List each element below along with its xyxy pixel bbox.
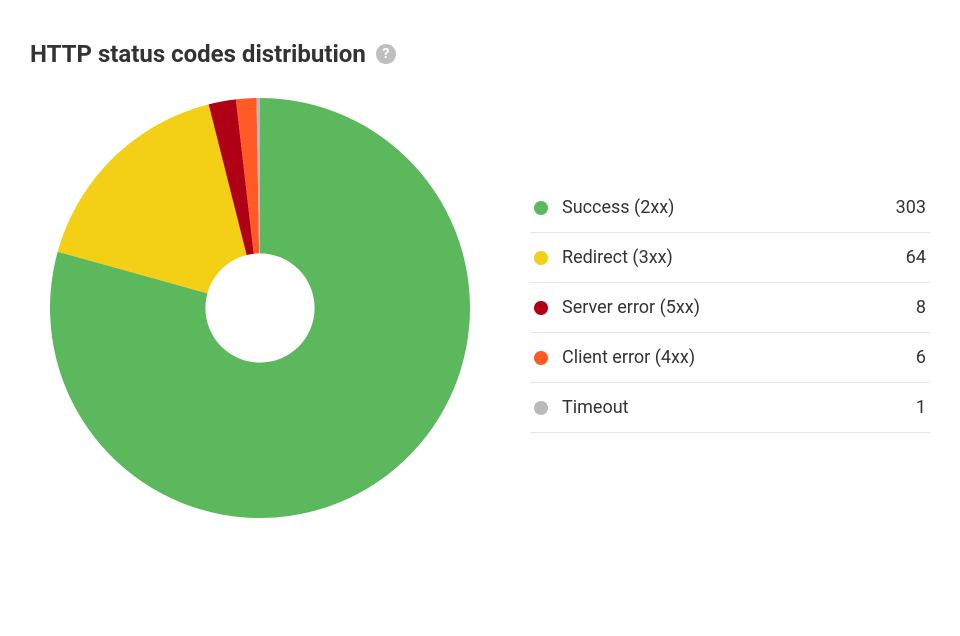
- legend-row[interactable]: Success (2xx) 303: [530, 183, 930, 233]
- donut-chart: [50, 98, 470, 518]
- legend-label: Client error (4xx): [562, 347, 695, 368]
- legend-row[interactable]: Redirect (3xx) 64: [530, 233, 930, 283]
- page-title: HTTP status codes distribution: [30, 40, 366, 68]
- legend-left: Server error (5xx): [534, 297, 700, 318]
- help-icon[interactable]: ?: [376, 44, 396, 64]
- legend-label: Timeout: [562, 397, 629, 418]
- chart-content: Success (2xx) 303 Redirect (3xx) 64 Server e…: [30, 98, 930, 518]
- legend-label: Redirect (3xx): [562, 247, 673, 268]
- legend-value: 8: [916, 297, 926, 318]
- legend-value: 6: [916, 347, 926, 368]
- legend-value: 1: [916, 397, 926, 418]
- legend-left: Success (2xx): [534, 197, 674, 218]
- legend-swatch: [534, 351, 548, 365]
- legend-left: Redirect (3xx): [534, 247, 673, 268]
- legend-swatch: [534, 301, 548, 315]
- legend-row[interactable]: Timeout 1: [530, 383, 930, 433]
- legend-left: Client error (4xx): [534, 347, 695, 368]
- legend-left: Timeout: [534, 397, 629, 418]
- legend-swatch: [534, 251, 548, 265]
- legend-swatch: [534, 201, 548, 215]
- title-row: HTTP status codes distribution ?: [30, 40, 930, 68]
- donut-svg: [50, 98, 470, 518]
- donut-hole: [205, 253, 314, 362]
- legend-swatch: [534, 401, 548, 415]
- legend: Success (2xx) 303 Redirect (3xx) 64 Server e…: [530, 183, 930, 433]
- legend-row[interactable]: Server error (5xx) 8: [530, 283, 930, 333]
- chart-card: HTTP status codes distribution ? Success…: [0, 0, 960, 636]
- legend-value: 64: [906, 247, 926, 268]
- legend-value: 303: [896, 197, 926, 218]
- legend-row[interactable]: Client error (4xx) 6: [530, 333, 930, 383]
- legend-label: Server error (5xx): [562, 297, 700, 318]
- legend-label: Success (2xx): [562, 197, 674, 218]
